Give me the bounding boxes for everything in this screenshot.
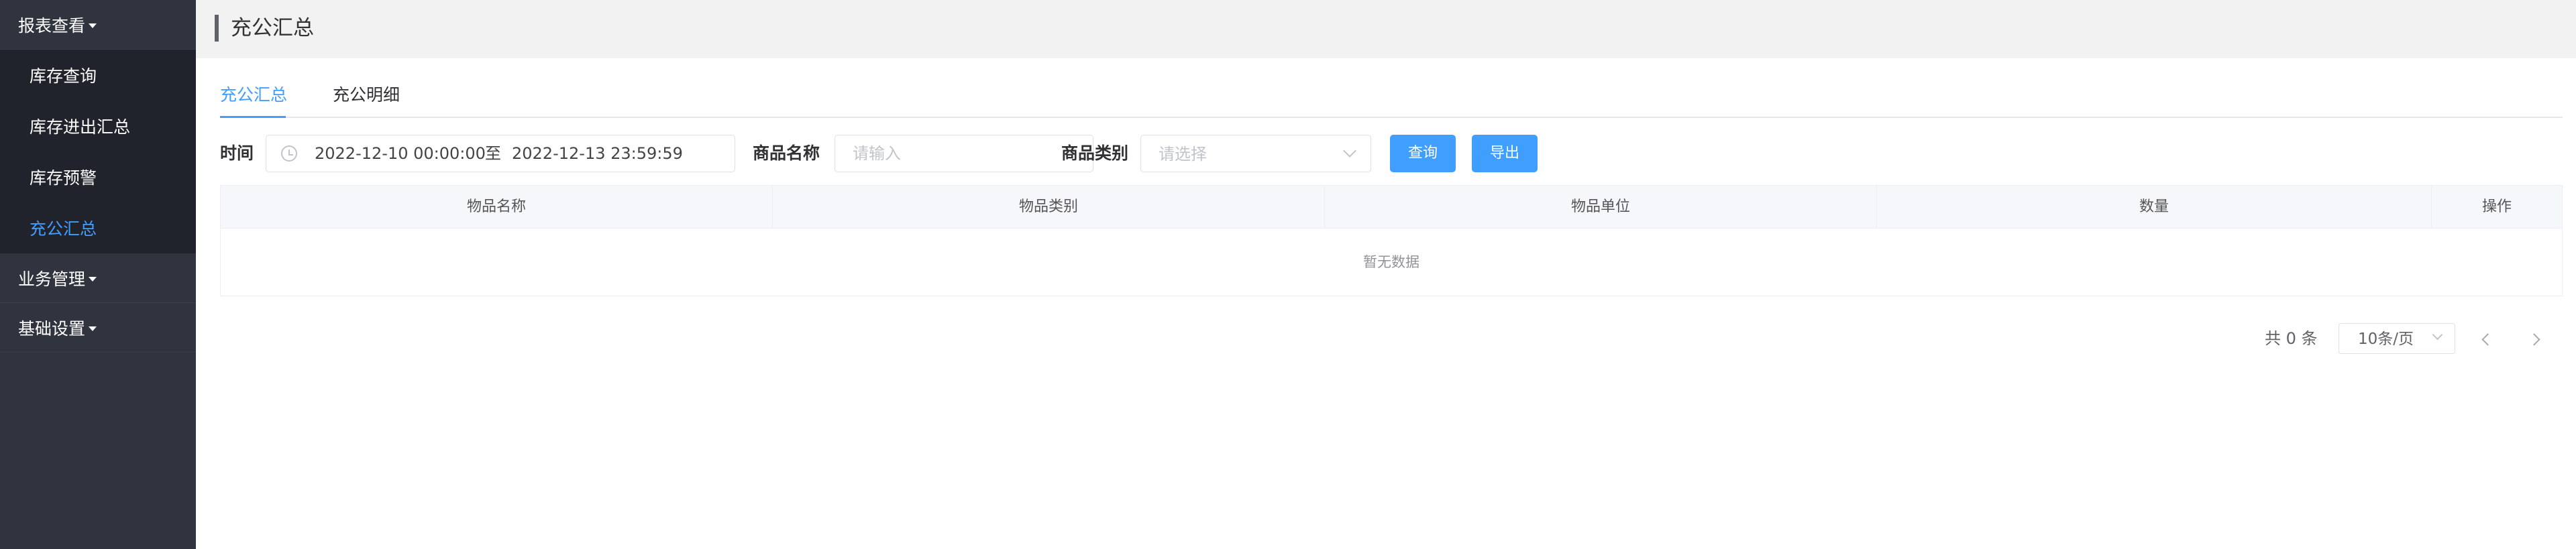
caret-down-icon: [89, 326, 97, 331]
tab-confiscation-summary[interactable]: 充公汇总: [220, 78, 287, 118]
next-page-button[interactable]: [2522, 326, 2549, 353]
product-name-input[interactable]: [835, 135, 1093, 172]
product-category-label: 商品类别: [1061, 143, 1129, 163]
menu-group-settings[interactable]: 基础设置: [0, 303, 196, 353]
pagination-total: 共 0 条: [2265, 329, 2318, 348]
title-accent-bar: [215, 15, 219, 42]
page-title: 充公汇总: [231, 16, 314, 40]
menu-group-report[interactable]: 报表查看: [0, 0, 196, 50]
tab-active-indicator: [220, 116, 286, 118]
prev-page-button[interactable]: [2473, 326, 2500, 353]
column-header-quantity: 数量: [1877, 186, 2432, 229]
menu-group-business[interactable]: 业务管理: [0, 253, 196, 303]
tab-confiscation-detail[interactable]: 充公明细: [333, 78, 400, 118]
main-content: 充公汇总 充公汇总 充公明细 时间 2022-12-10 00:00:00 至 …: [196, 0, 2576, 549]
category-placeholder: 请选择: [1159, 145, 1207, 164]
empty-state-text: 暂无数据: [1363, 254, 1419, 270]
chevron-down-icon: [2432, 329, 2443, 341]
sidebar: 报表查看 库存查询 库存进出汇总 库存预警 充公汇总 业务管理 基础设置: [0, 0, 196, 549]
search-button[interactable]: 查询: [1390, 135, 1456, 172]
menu-group-business-label: 业务管理: [18, 269, 86, 289]
column-header-item-category: 物品类别: [773, 186, 1325, 229]
table-header: 物品名称 物品类别 物品单位 数量 操作: [221, 186, 2562, 229]
menu-group-report-label: 报表查看: [18, 15, 86, 36]
tab-bar: 充公汇总 充公明细: [220, 78, 2563, 118]
column-header-item-unit: 物品单位: [1325, 186, 1877, 229]
menu-item-inventory-summary[interactable]: 库存进出汇总: [0, 101, 196, 151]
column-header-item-name: 物品名称: [221, 186, 773, 229]
column-header-actions: 操作: [2481, 198, 2512, 215]
product-name-label: 商品名称: [753, 143, 820, 163]
time-label: 时间: [220, 143, 254, 163]
date-end[interactable]: 2022-12-13 23:59:59: [512, 144, 683, 163]
page-size-value: 10条/页: [2358, 330, 2414, 348]
menu-item-inventory-warning[interactable]: 库存预警: [0, 151, 196, 202]
caret-down-icon: [89, 276, 97, 282]
menu-group-settings-label: 基础设置: [18, 318, 86, 339]
date-separator: 至: [485, 144, 501, 163]
caret-down-icon: [89, 23, 97, 28]
data-table: 物品名称 物品类别 物品单位 数量 操作 暂无数据: [220, 185, 2563, 296]
title-bar: 充公汇总: [196, 0, 2576, 58]
date-start[interactable]: 2022-12-10 00:00:00: [315, 144, 486, 163]
export-button[interactable]: 导出: [1472, 135, 1538, 172]
page-size-select[interactable]: 10条/页: [2339, 323, 2455, 354]
sidebar-spacer: [0, 353, 196, 549]
date-range-picker[interactable]: 2022-12-10 00:00:00 至 2022-12-13 23:59:5…: [266, 135, 735, 172]
product-category-select[interactable]: 请选择: [1140, 135, 1371, 172]
clock-icon: [281, 145, 297, 162]
menu-item-confiscation-summary[interactable]: 充公汇总: [0, 202, 196, 253]
chevron-down-icon: [1343, 144, 1356, 158]
menu-item-inventory-query[interactable]: 库存查询: [0, 50, 196, 101]
